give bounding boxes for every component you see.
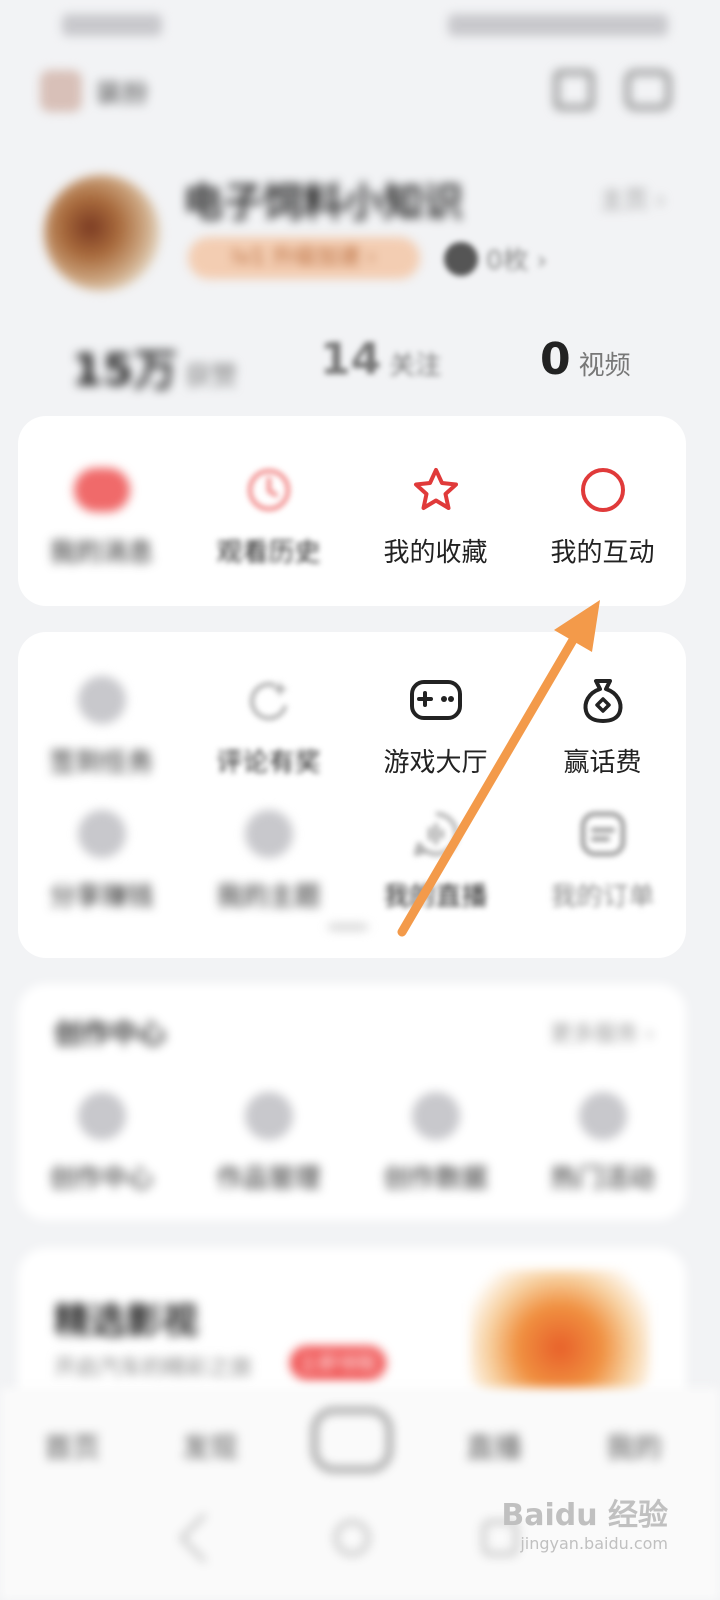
annotation-arrow: [397, 600, 600, 937]
watermark-logo: Baidu 经验: [501, 1498, 668, 1533]
watermark-url: jingyan.baidu.com: [520, 1534, 668, 1553]
